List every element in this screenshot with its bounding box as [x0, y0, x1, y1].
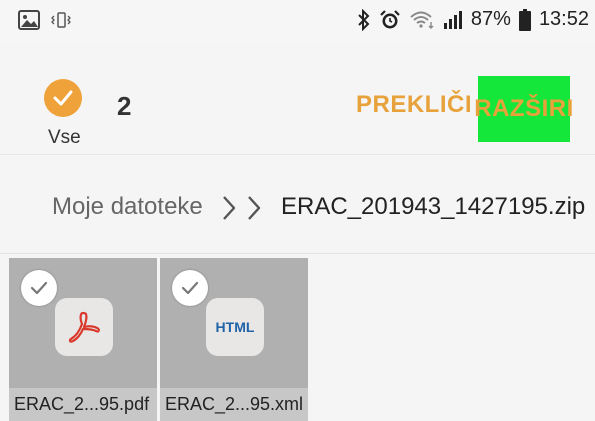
battery-icon: [518, 8, 531, 31]
clock: 13:52: [538, 8, 589, 30]
status-right: 87% 13:52: [357, 8, 589, 31]
select-all-checkbox[interactable]: [44, 79, 82, 117]
status-left: [18, 10, 74, 30]
file-name: ERAC_2...95.xml: [160, 388, 308, 421]
selected-count: 2: [117, 91, 132, 121]
extract-button[interactable]: RAZŠIRI: [474, 76, 573, 142]
check-icon: [181, 281, 199, 295]
battery-percent: 87%: [470, 8, 511, 30]
file-tile[interactable]: HTML ERAC_2...95.xml: [160, 258, 308, 421]
breadcrumb-root[interactable]: Moje datoteke: [52, 193, 203, 221]
file-manager-screen: 87% 13:52 Vse 2 PREKLIČI RAZŠIRI Moje da…: [0, 0, 595, 421]
chevron-right-icon: [221, 195, 237, 225]
html-icon-label: HTML: [215, 319, 255, 335]
extract-button-label: RAZŠIRI: [474, 95, 574, 122]
select-all-label: Vse: [48, 127, 81, 148]
wifi-icon: [409, 10, 435, 30]
breadcrumb-current: ERAC_201943_1427195.zip: [281, 193, 586, 220]
html-icon: HTML: [206, 298, 264, 356]
selection-header: Vse 2 PREKLIČI RAZŠIRI: [0, 44, 595, 154]
chevron-right-icon: [246, 195, 262, 225]
cancel-button[interactable]: PREKLIČI: [356, 91, 472, 119]
tile-checkbox[interactable]: [172, 270, 208, 306]
breadcrumb: Moje datoteke ERAC_201943_1427195.zip: [0, 154, 595, 254]
alarm-icon: [379, 9, 401, 31]
file-tile[interactable]: ERAC_2...95.pdf: [9, 258, 157, 421]
image-icon: [18, 10, 40, 30]
pdf-icon: [55, 298, 113, 356]
tile-checkbox[interactable]: [21, 270, 57, 306]
signal-icon: [443, 10, 463, 30]
vibrate-icon: [48, 10, 74, 30]
file-grid: ERAC_2...95.pdf HTML ERAC_2...95.xml: [0, 254, 595, 421]
file-name: ERAC_2...95.pdf: [9, 388, 157, 421]
bluetooth-icon: [357, 8, 371, 31]
select-all-control[interactable]: Vse: [44, 79, 88, 148]
check-icon: [53, 90, 73, 106]
status-bar: 87% 13:52: [0, 0, 595, 44]
check-icon: [30, 281, 48, 295]
